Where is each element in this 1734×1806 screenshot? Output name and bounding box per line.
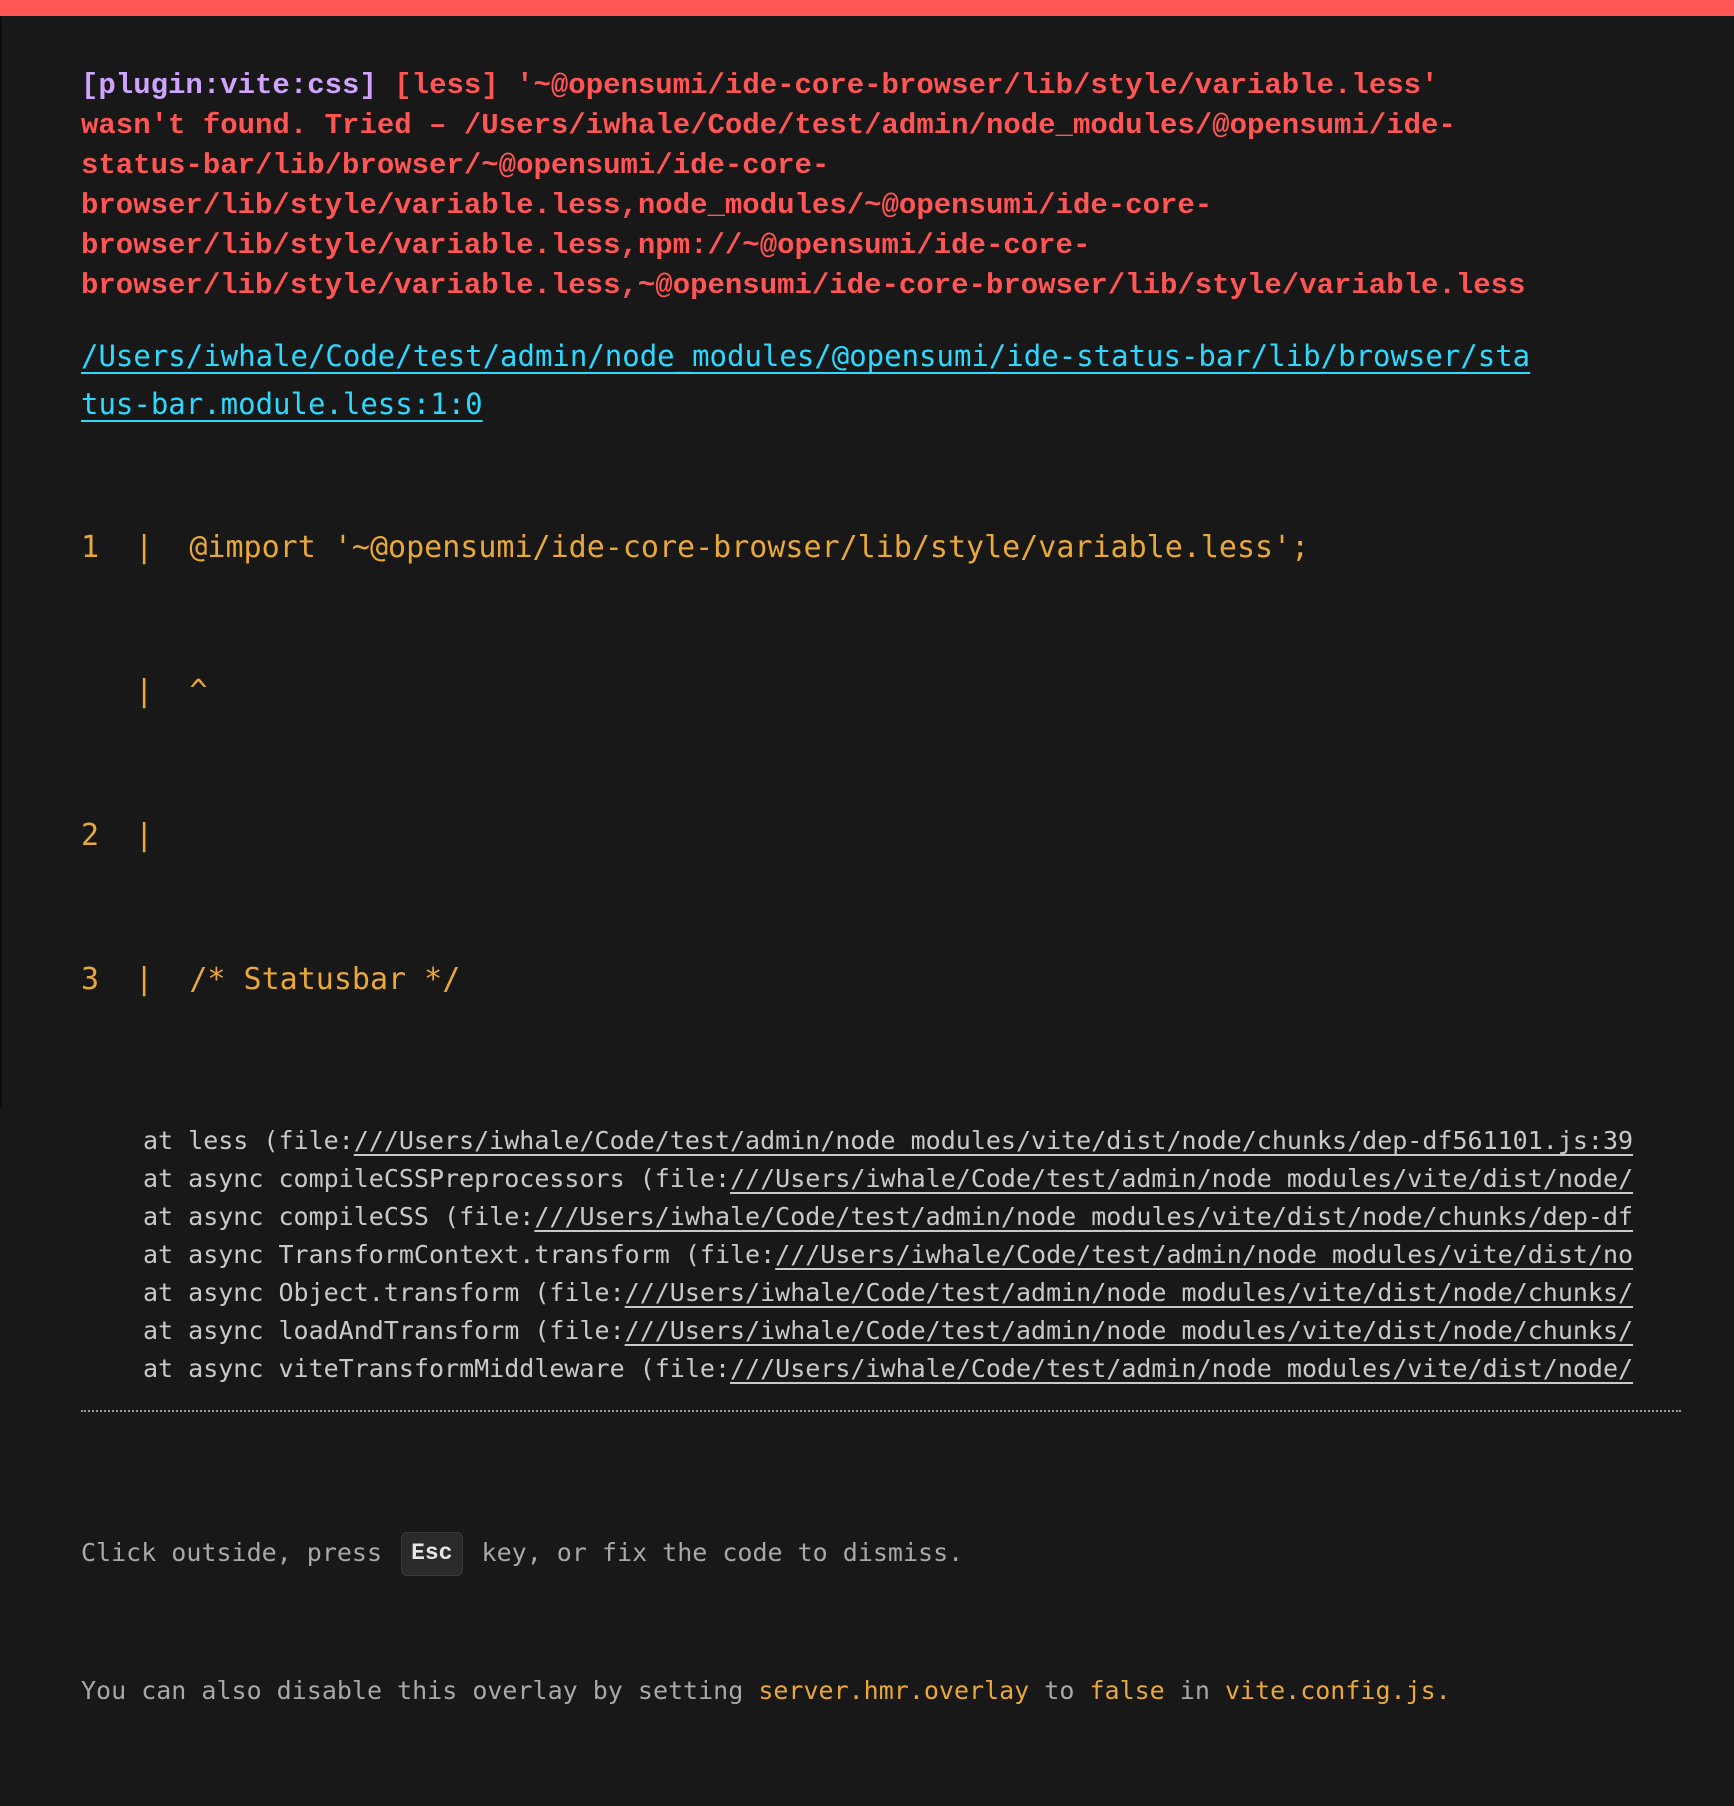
stack-frame-prefix: at async compileCSS (file: (143, 1202, 535, 1231)
tip-line-1: Click outside, press Esc key, or fix the… (81, 1530, 1681, 1576)
tip-line-2: You can also disable this overlay by set… (81, 1668, 1681, 1714)
stack-frame-prefix: at async TransformContext.transform (fil… (143, 1240, 776, 1269)
divider (81, 1410, 1681, 1412)
esc-key: Esc (401, 1532, 463, 1576)
stack-frame-link[interactable]: ///Users/iwhale/Code/test/admin/node_mod… (354, 1126, 1633, 1155)
setting-code: server.hmr.overlay (758, 1676, 1030, 1705)
message-line: browser/lib/style/variable.less,node_mod… (81, 189, 1213, 222)
stack-frame: at async compileCSS (file:///Users/iwhal… (143, 1198, 1681, 1236)
code-frame-line: 1 | @import '~@opensumi/ide-core-browser… (81, 530, 1310, 565)
window-edge (0, 16, 2, 1108)
stack-frame-link[interactable]: ///Users/iwhale/Code/test/admin/node_mod… (625, 1316, 1633, 1345)
message-line: wasn't found. Tried – /Users/iwhale/Code… (81, 109, 1456, 142)
stack-frame-link[interactable]: ///Users/iwhale/Code/test/admin/node_mod… (730, 1164, 1633, 1193)
vite-error-overlay: [plugin:vite:css] [less] '~@opensumi/ide… (0, 0, 1734, 1705)
plugin-label: [plugin:vite:css] (81, 69, 377, 102)
stack-frame-link[interactable]: ///Users/iwhale/Code/test/admin/node_mod… (730, 1354, 1633, 1383)
stack-frame: at less (file:///Users/iwhale/Code/test/… (143, 1122, 1681, 1160)
stack-frame-prefix: at async viteTransformMiddleware (file: (143, 1354, 730, 1383)
tip-text: You can also disable this overlay by set… (81, 1676, 759, 1705)
message-line: browser/lib/style/variable.less,npm://~@… (81, 229, 1091, 262)
stack-frame-prefix: at async compileCSSPreprocessors (file: (143, 1164, 730, 1193)
stack-frame-link[interactable]: ///Users/iwhale/Code/test/admin/node_mod… (775, 1240, 1633, 1269)
error-message: [plugin:vite:css] [less] '~@opensumi/ide… (81, 66, 1681, 306)
stack-frame: at async TransformContext.transform (fil… (143, 1236, 1681, 1274)
stack-frame-link[interactable]: ///Users/iwhale/Code/test/admin/node_mod… (625, 1278, 1633, 1307)
stack-frame-prefix: at async Object.transform (file: (143, 1278, 625, 1307)
value-code: false (1089, 1676, 1165, 1705)
config-file-code: vite.config.js (1224, 1676, 1436, 1705)
stack-frame-prefix: at async loadAndTransform (file: (143, 1316, 625, 1345)
tip-text: key, or fix the code to dismiss. (466, 1538, 964, 1567)
stack-frame: at async viteTransformMiddleware (file:/… (143, 1350, 1681, 1388)
tip-period: . (1435, 1676, 1451, 1705)
stack-frame: at async loadAndTransform (file:///Users… (143, 1312, 1681, 1350)
dismiss-tip: Click outside, press Esc key, or fix the… (81, 1438, 1681, 1806)
stack-frame: at async compileCSSPreprocessors (file:/… (143, 1160, 1681, 1198)
tip-text: Click outside, press (81, 1538, 398, 1567)
code-frame-line: 2 | (81, 818, 154, 853)
tip-text: to (1029, 1676, 1090, 1705)
message-line: [less] '~@opensumi/ide-core-browser/lib/… (376, 69, 1439, 102)
file-link-line[interactable]: /Users/iwhale/Code/test/admin/node_modul… (81, 339, 1530, 373)
stack-frame: at async Object.transform (file:///Users… (143, 1274, 1681, 1312)
tip-text: in (1164, 1676, 1225, 1705)
stack-frame-link[interactable]: ///Users/iwhale/Code/test/admin/node_mod… (534, 1202, 1633, 1231)
message-line: browser/lib/style/variable.less,~@opensu… (81, 269, 1526, 302)
error-file-link[interactable]: /Users/iwhale/Code/test/admin/node_modul… (81, 332, 1681, 428)
code-frame-line: | ^ (81, 674, 208, 709)
stack-trace: at less (file:///Users/iwhale/Code/test/… (143, 1122, 1681, 1388)
overlay-content: [plugin:vite:css] [less] '~@opensumi/ide… (81, 66, 1681, 1806)
stack-frame-prefix: at less (file: (143, 1126, 354, 1155)
code-frame-line: 3 | /* Statusbar */ (81, 962, 461, 997)
error-accent-bar (0, 0, 1734, 16)
message-line: status-bar/lib/browser/~@opensumi/ide-co… (81, 149, 830, 182)
code-frame: 1 | @import '~@opensumi/ide-core-browser… (81, 428, 1681, 1100)
file-link-line[interactable]: tus-bar.module.less:1:0 (81, 387, 483, 421)
